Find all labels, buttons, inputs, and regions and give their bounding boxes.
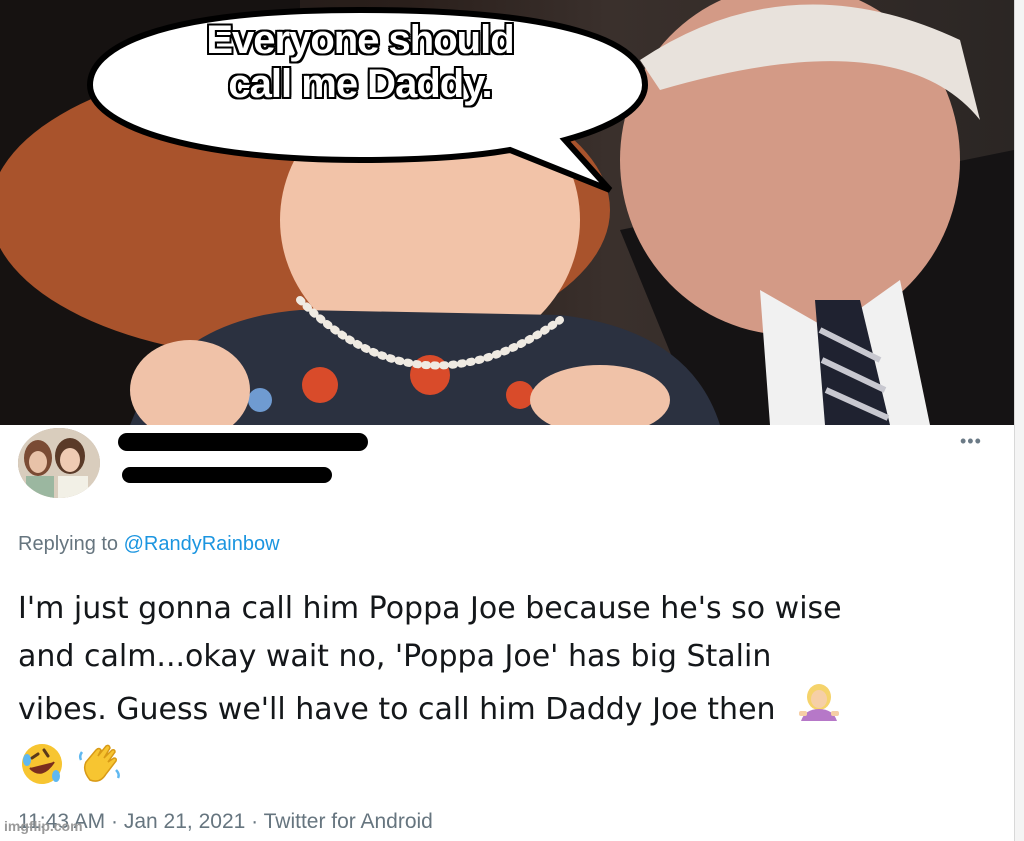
imgflip-watermark: imgflip.com bbox=[4, 818, 83, 834]
meme-photo: Everyone should call me Daddy. bbox=[0, 0, 1014, 425]
speech-bubble-caption: Everyone should call me Daddy. bbox=[150, 18, 570, 106]
replying-prefix: Replying to bbox=[18, 533, 119, 555]
replying-to: Replying to @RandyRainbow bbox=[18, 533, 280, 556]
tweet-card: ••• Replying to @RandyRainbow I'm just g… bbox=[0, 425, 1014, 841]
redacted-username bbox=[122, 467, 332, 483]
rolling-on-floor-laughing-icon bbox=[18, 740, 66, 803]
avatar-image bbox=[18, 428, 100, 498]
separator: · bbox=[251, 810, 259, 833]
reply-handle-link[interactable]: @RandyRainbow bbox=[124, 533, 280, 555]
tweet-body-line-3: vibes. Guess we'll have to call him Dadd… bbox=[18, 692, 776, 727]
more-options-icon[interactable]: ••• bbox=[960, 431, 982, 452]
tweet-body-line-1: I'm just gonna call him Poppa Joe becaus… bbox=[18, 591, 842, 626]
avatar[interactable] bbox=[18, 428, 100, 498]
tweet-source[interactable]: Twitter for Android bbox=[264, 810, 433, 833]
caption-line-1: Everyone should bbox=[206, 18, 514, 62]
caption-line-2: call me Daddy. bbox=[228, 62, 492, 106]
tweet-body: I'm just gonna call him Poppa Joe becaus… bbox=[18, 585, 1003, 803]
window-edge bbox=[1014, 0, 1024, 841]
redacted-display-name bbox=[118, 433, 368, 451]
tweet-date[interactable]: Jan 21, 2021 bbox=[124, 810, 245, 833]
waving-hand-icon bbox=[76, 740, 124, 803]
separator: · bbox=[111, 810, 119, 833]
tweet-body-line-2: and calm...okay wait no, 'Poppa Joe' has… bbox=[18, 639, 772, 674]
woman-shrugging-icon bbox=[797, 681, 841, 740]
